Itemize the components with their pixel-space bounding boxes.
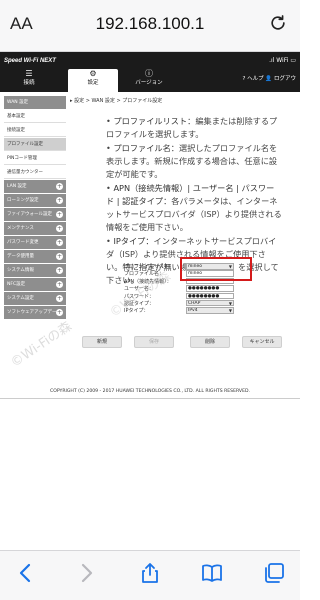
text-field[interactable]: ●●●●●●●● <box>186 292 234 300</box>
signal-icon: .ıl <box>269 57 275 64</box>
logout-link[interactable]: ログアウ <box>274 76 296 82</box>
sidebar-item-label: ファイアウォール設定 <box>7 212 52 217</box>
info-icon: ⓘ <box>145 69 153 78</box>
battery-icon: ▭ <box>290 57 296 64</box>
help-link[interactable]: ヘルプ <box>247 76 264 82</box>
expand-icon: + <box>56 281 63 288</box>
sidebar-item-label: 通信量カウンター <box>7 170 43 175</box>
sidebar-item-label: WAN 設定 <box>7 100 29 105</box>
chevron-right-icon: ▸ <box>70 98 73 104</box>
sidebar-item-label: ローミング設定 <box>7 198 39 203</box>
sidebar-item-label: メンテナンス <box>7 226 34 231</box>
sidebar-item-label: プロファイル設定 <box>7 142 43 147</box>
expand-icon: + <box>56 239 63 246</box>
sidebar-item[interactable]: データ使用量 + <box>4 250 66 263</box>
nav-version-label: バージョン <box>135 80 163 86</box>
browser-address-bar[interactable]: AA 192.168.100.1 <box>0 0 300 52</box>
sidebar-item[interactable]: システム設定 + <box>4 292 66 305</box>
header-links: ? ヘルプ 👤 ログアウ <box>242 74 296 82</box>
router-logo: Speed Wi-Fi NEXT <box>4 58 56 64</box>
expand-icon: + <box>56 253 63 260</box>
sidebar-item-label: ソフトウェアアップデート <box>7 310 61 315</box>
sidebar-item[interactable]: NFC設定 + <box>4 278 66 291</box>
button-row: 新規 保存 削除 キャンセル <box>70 336 292 350</box>
help-term: IPタイプ <box>113 236 146 246</box>
expand-icon: + <box>56 225 63 232</box>
expand-icon: + <box>56 211 63 218</box>
nav-connection-label: 接続 <box>23 80 35 86</box>
status-bar: .ıl WiFi ▭ <box>269 57 296 64</box>
expand-icon: + <box>56 197 63 204</box>
wifi-status-label: WiFi <box>276 57 289 64</box>
nav-settings-label: 設定 <box>87 80 99 86</box>
help-paragraph: • APN（接続先情報）| ユーザー名 | パスワード | 認証タイプ：各パラメ… <box>106 182 282 234</box>
sidebar-item[interactable]: PINコード管理 <box>4 152 66 165</box>
nav-connection[interactable]: ☰ 接続 <box>4 69 54 92</box>
copyright-text: COPYRIGHT (C) 2009 - 2017 HUAWEI TECHNOL… <box>50 389 250 394</box>
sidebar-item[interactable]: ソフトウェアアップデート + <box>4 306 66 319</box>
sidebar-item-label: 基本設定 <box>7 114 25 119</box>
wifi-icon: ☰ <box>25 69 33 78</box>
sidebar-item[interactable]: ファイアウォール設定 + <box>4 208 66 221</box>
sidebar-item-label: データ使用量 <box>7 254 34 259</box>
save-button[interactable]: 保存 <box>134 336 174 348</box>
sidebar-item[interactable]: 基本設定 <box>4 110 66 123</box>
nav-version[interactable]: ⓘ バージョン <box>124 69 174 92</box>
new-button[interactable]: 新規 <box>82 336 122 348</box>
field-label: プロファイルリスト： <box>124 264 175 270</box>
sidebar-item-label: システム情報 <box>7 268 34 273</box>
expand-icon: + <box>56 309 63 316</box>
sidebar-item[interactable]: パスワード変更 + <box>4 236 66 249</box>
back-icon[interactable] <box>14 561 38 585</box>
tabs-icon[interactable] <box>262 561 286 585</box>
sidebar-item[interactable]: WAN 設定 <box>4 96 66 109</box>
footer-divider <box>0 398 300 399</box>
sidebar-item-label: システム設定 <box>7 296 34 301</box>
delete-button[interactable]: 削除 <box>190 336 230 348</box>
help-icon: ? <box>242 76 246 82</box>
sidebar-item-label: LAN 設定 <box>7 184 27 189</box>
expand-icon: + <box>56 267 63 274</box>
bookmarks-icon[interactable] <box>200 561 224 585</box>
select-field[interactable]: IPv4 <box>186 307 234 314</box>
router-header: Speed Wi-Fi NEXT .ıl WiFi ▭ ☰ 接続 ⚙ 設定 ⓘ … <box>0 52 300 92</box>
sidebar-item[interactable]: システム情報 + <box>4 264 66 277</box>
user-icon: 👤 <box>265 76 273 82</box>
help-term: プロファイル名 <box>113 143 171 153</box>
help-paragraph: • プロファイルリスト：編集または削除するプロファイルを選択します。 <box>106 115 282 141</box>
form-row: IPタイプ： IPv4 <box>124 307 254 314</box>
highlight-box <box>180 257 252 281</box>
expand-icon: + <box>56 295 63 302</box>
share-icon[interactable] <box>138 561 162 585</box>
breadcrumb-text: 設定 > WAN 設定 > プロファイル設定 <box>74 98 163 104</box>
text-field[interactable]: ●●●●●●●● <box>186 285 234 292</box>
sidebar-item-label: パスワード変更 <box>7 240 39 245</box>
sidebar-item[interactable]: プロファイル設定 <box>4 138 66 151</box>
expand-icon: + <box>56 183 63 190</box>
cancel-button[interactable]: キャンセル <box>242 336 282 348</box>
sidebar-item-label: NFC設定 <box>7 282 26 287</box>
gear-icon: ⚙ <box>89 69 97 78</box>
help-paragraph: • プロファイル名：選択したプロファイル名を表示します。新規に作成する場合は、任… <box>106 142 282 181</box>
sidebar-item[interactable]: 通信量カウンター <box>4 166 66 179</box>
browser-toolbar <box>0 550 300 600</box>
select-field[interactable]: CHAP <box>186 299 234 307</box>
breadcrumb: ▸ 設定 > WAN 設定 > プロファイル設定 <box>70 97 162 104</box>
sidebar-item-label: 接続設定 <box>7 128 25 133</box>
forward-icon[interactable] <box>74 561 98 585</box>
sidebar-item-label: PINコード管理 <box>7 156 37 161</box>
sidebar-item[interactable]: ローミング設定 + <box>4 194 66 207</box>
reload-icon[interactable] <box>268 13 288 33</box>
nav-settings[interactable]: ⚙ 設定 <box>68 69 118 92</box>
help-term: プロファイルリスト <box>113 116 188 126</box>
sidebar-item[interactable]: 接続設定 <box>4 124 66 137</box>
url-field[interactable]: 192.168.100.1 <box>0 14 300 34</box>
sidebar-item[interactable]: LAN 設定 + <box>4 180 66 193</box>
sidebar-item[interactable]: メンテナンス + <box>4 222 66 235</box>
